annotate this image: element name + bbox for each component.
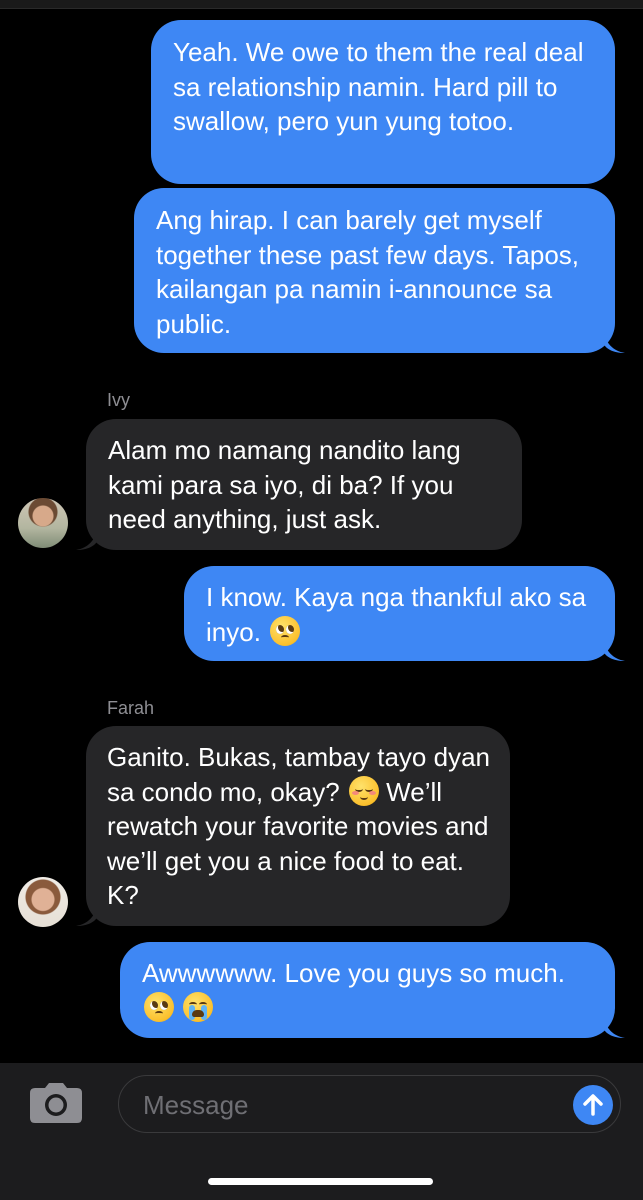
message-text: Alam mo namang nandito lang kami para sa… <box>108 435 461 534</box>
pleading-face-emoji <box>144 991 174 1022</box>
sender-name: Farah <box>107 698 155 718</box>
message-text: Ang hirap. I can barely get myself toget… <box>156 205 580 339</box>
message-bubble-incoming[interactable]: Ganito. Bukas, tambay tayo dyan sa condo… <box>76 726 510 926</box>
ivy-avatar[interactable] <box>18 498 68 548</box>
home-indicator[interactable] <box>208 1178 433 1185</box>
message-bubble-outgoing[interactable]: I know. Kaya nga thankful ako sa inyo. <box>184 566 625 661</box>
camera-icon[interactable] <box>29 1082 83 1124</box>
arrow-up-icon <box>583 1094 603 1116</box>
message-bubble-incoming[interactable]: Alam mo namang nandito lang kami para sa… <box>76 419 522 550</box>
smiling-face-emoji <box>348 775 379 806</box>
message-text: Awwwwww. Love you guys so much. <box>142 958 565 988</box>
farah-avatar[interactable] <box>18 877 68 927</box>
message-text: I know. Kaya nga thankful ako sa inyo. <box>206 582 587 647</box>
bubble-tail <box>603 329 625 353</box>
chat-screen: Yeah. We owe to them the real deal sa re… <box>0 0 643 1200</box>
send-button[interactable] <box>573 1085 613 1125</box>
bubble-tail <box>603 637 625 661</box>
bubble-tail <box>603 1014 625 1038</box>
message-text: Yeah. We owe to them the real deal sa re… <box>173 37 584 136</box>
pleading-face-emoji <box>270 615 301 646</box>
message-bubble-outgoing[interactable]: Awwwwww. Love you guys so much. <box>120 942 625 1038</box>
loudly-crying-face-emoji <box>183 991 214 1022</box>
sender-name: Ivy <box>107 390 131 410</box>
bubble-tail <box>76 526 98 550</box>
top-bar-edge <box>0 0 643 9</box>
bubble-tail <box>76 902 98 926</box>
message-input-field[interactable] <box>118 1075 621 1133</box>
message-bubble-outgoing[interactable]: Ang hirap. I can barely get myself toget… <box>134 188 625 353</box>
message-input[interactable] <box>141 1086 545 1124</box>
message-bubble-outgoing[interactable]: Yeah. We owe to them the real deal sa re… <box>151 20 615 184</box>
